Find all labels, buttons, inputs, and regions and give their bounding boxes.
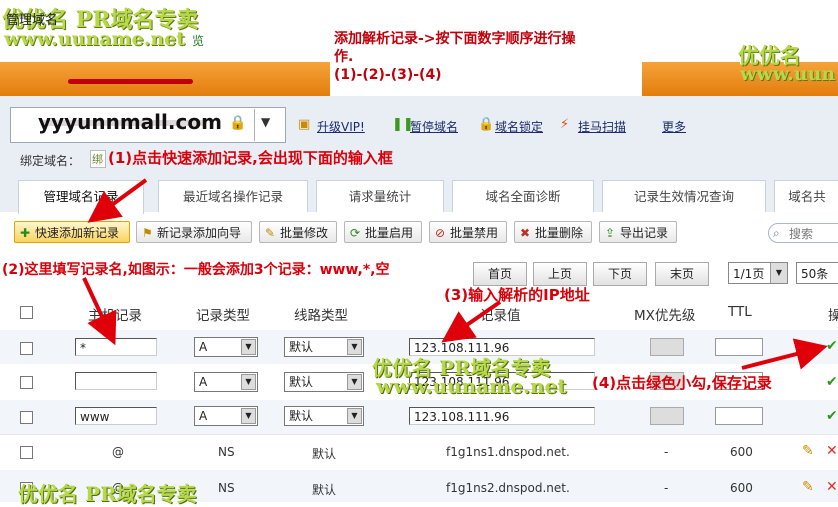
arrow-to-value-input [441,300,502,343]
arrow-to-quick-add [87,178,148,223]
arrow-to-host-input [82,277,117,346]
arrow-to-save-check [741,338,828,370]
annotation-arrows [82,178,828,370]
